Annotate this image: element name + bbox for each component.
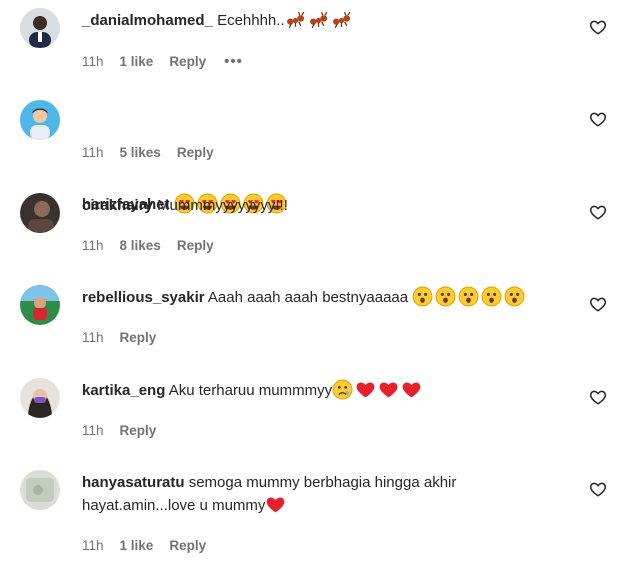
likes-count[interactable]: 5 likes: [120, 145, 161, 160]
timestamp: 11h: [82, 423, 104, 438]
astonished-emoji: [458, 286, 479, 307]
sad-tear-emoji: [332, 379, 353, 400]
avatar[interactable]: [20, 378, 60, 418]
username[interactable]: kartika_eng: [82, 382, 165, 399]
red-heart-emoji: [401, 379, 422, 400]
astonished-emoji: [435, 286, 456, 307]
ant-emoji: [285, 9, 306, 30]
astonished-emoji: [481, 286, 502, 307]
reply-button[interactable]: Reply: [120, 423, 157, 438]
username[interactable]: cirakhairy: [82, 197, 153, 214]
red-heart-emoji: [378, 379, 399, 400]
like-heart-icon[interactable]: [589, 203, 607, 221]
avatar[interactable]: [20, 100, 60, 140]
comment-meta: 11h 1 like Reply: [82, 538, 222, 553]
comment-body: kartika_eng Aku terharuu mummmyy: [82, 379, 532, 402]
avatar[interactable]: [20, 8, 60, 48]
comment-text: Mummmyyyyyyyy!!!: [157, 197, 288, 214]
likes-count[interactable]: 1 like: [120, 54, 154, 69]
username[interactable]: hanyasaturatu: [82, 474, 185, 491]
reply-button[interactable]: Reply: [169, 538, 206, 553]
ant-emoji: [308, 9, 329, 30]
username[interactable]: _danialmohamed_: [82, 12, 213, 29]
comment-text: Aaah aaah aaah bestnyaaaaa: [207, 289, 409, 306]
timestamp: 11h: [82, 330, 104, 345]
comment-body: rebellious_syakir Aaah aaah aaah bestnya…: [82, 286, 532, 309]
avatar[interactable]: [20, 193, 60, 233]
comment-body: hanyasaturatu semoga mummy berbhagia hin…: [82, 471, 532, 517]
reply-button[interactable]: Reply: [177, 145, 214, 160]
more-options-icon[interactable]: •••: [224, 53, 243, 70]
like-heart-icon[interactable]: [589, 295, 607, 313]
comment-body: cirakhairy Mummmyyyyyyyy!!!: [82, 194, 532, 217]
avatar[interactable]: [20, 470, 60, 510]
reply-button[interactable]: Reply: [120, 330, 157, 345]
astonished-emoji: [412, 286, 433, 307]
like-heart-icon[interactable]: [589, 480, 607, 498]
like-heart-icon[interactable]: [589, 388, 607, 406]
comment-meta: 11h Reply: [82, 330, 172, 345]
comment-meta: 11h Reply: [82, 423, 172, 438]
astonished-emoji: [504, 286, 525, 307]
comment-meta: 11h 5 likes Reply: [82, 145, 230, 160]
comment-meta: 11h 1 like Reply •••: [82, 53, 259, 70]
timestamp: 11h: [82, 145, 104, 160]
like-heart-icon[interactable]: [589, 110, 607, 128]
red-heart-emoji: [355, 379, 376, 400]
red-heart-emoji: [265, 494, 286, 515]
avatar[interactable]: [20, 285, 60, 325]
username[interactable]: rebellious_syakir: [82, 289, 205, 306]
reply-button[interactable]: Reply: [169, 54, 206, 69]
comment-body: _danialmohamed_ Ecehhhh..: [82, 9, 532, 32]
ant-emoji: [331, 9, 352, 30]
timestamp: 11h: [82, 238, 104, 253]
reply-button[interactable]: Reply: [177, 238, 214, 253]
like-heart-icon[interactable]: [589, 18, 607, 36]
likes-count[interactable]: 1 like: [120, 538, 154, 553]
likes-count[interactable]: 8 likes: [120, 238, 161, 253]
comment-meta: 11h 8 likes Reply: [82, 238, 230, 253]
comment-text: Ecehhhh..: [217, 12, 285, 29]
comment-text: Aku terharuu mummmyy: [168, 382, 333, 399]
timestamp: 11h: [82, 538, 104, 553]
timestamp: 11h: [82, 54, 104, 69]
